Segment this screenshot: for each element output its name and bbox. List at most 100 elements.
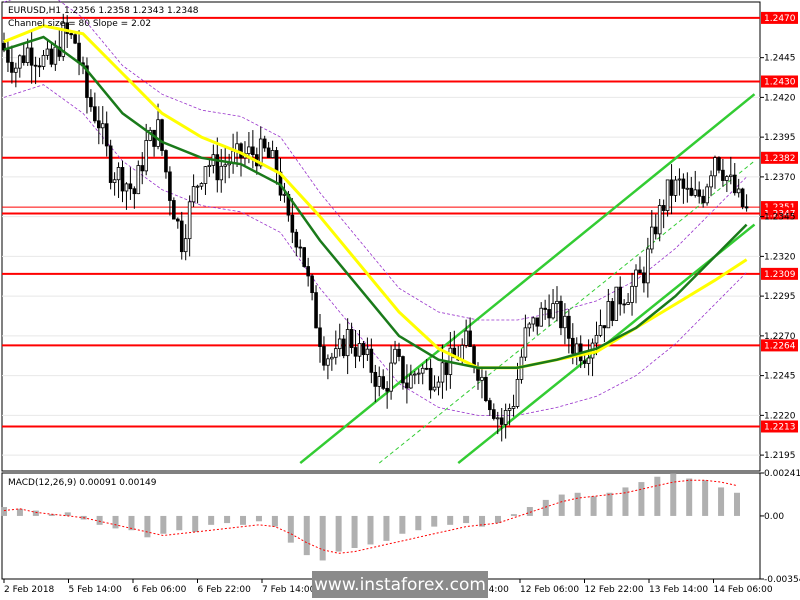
macd-bar [144, 515, 151, 538]
candle-body [33, 64, 38, 67]
candle-body [104, 123, 109, 147]
candle-body [100, 123, 105, 129]
candle-body [6, 49, 10, 63]
candle-body [432, 386, 437, 391]
macd-bar [638, 482, 645, 516]
candle-body [120, 167, 125, 192]
level-label: 1.2264 [764, 341, 796, 351]
candle-body [10, 61, 14, 73]
macd-bar [287, 515, 294, 543]
level-label: 1.2430 [764, 77, 796, 87]
macd-bar [606, 492, 613, 516]
price-tick-label: 1.2345 [764, 213, 796, 223]
time-tick-label: 6 Feb 06:00 [133, 585, 187, 595]
candle-body [677, 178, 682, 181]
candle-body [602, 325, 607, 329]
candle-body [262, 138, 267, 149]
symbol-info: EURUSD,H1 1.2356 1.2358 1.2343 1.2348 [8, 6, 199, 16]
candle-body [428, 367, 433, 391]
price-tick-label: 1.2270 [764, 332, 796, 342]
macd-bar [176, 515, 183, 531]
price-tick-label: 1.2195 [764, 451, 796, 461]
candle-body [330, 356, 334, 360]
macd-bar [718, 487, 725, 516]
candle-body [124, 183, 129, 192]
candle-body [45, 48, 50, 56]
macd-bar [335, 515, 342, 552]
candle-body [365, 348, 370, 356]
macd-bar [255, 515, 262, 522]
candle-body [527, 323, 532, 329]
macd-bar [303, 515, 310, 556]
candle-body [495, 417, 500, 420]
candle-body [203, 166, 208, 184]
candle-body [69, 33, 73, 36]
level-label: 1.2382 [764, 154, 796, 164]
candle-body [128, 183, 133, 190]
macd-bar [367, 515, 374, 545]
channel-info: Channel size = 80 Slope = 2.02 [8, 19, 151, 29]
candle-body [116, 167, 121, 181]
macd-bar [574, 492, 581, 516]
price-tick-label: 1.2445 [764, 54, 796, 64]
candle-body [195, 185, 200, 188]
candle-body [515, 378, 520, 407]
candle-body [634, 269, 638, 287]
candle-body [547, 309, 551, 319]
macd-bar [224, 515, 231, 524]
candle-body [744, 206, 749, 209]
candle-body [160, 119, 164, 151]
candle-body [73, 34, 77, 44]
candle-body [191, 186, 196, 203]
price-tick-label: 1.2245 [764, 372, 796, 382]
candle-body [132, 188, 137, 195]
candle-body [653, 226, 658, 235]
macd-bar [558, 494, 565, 516]
candle-body [401, 356, 405, 384]
candle-body [136, 165, 141, 195]
candle-body [586, 357, 591, 364]
time-tick-label: 12 Feb 22:00 [585, 585, 644, 595]
time-tick-label: 12 Feb 06:00 [520, 585, 579, 595]
candle-body [294, 231, 299, 248]
time-tick-label: 14 Feb 06:00 [714, 585, 773, 595]
candle-body [732, 174, 737, 194]
candle-body [685, 187, 690, 190]
candle-body [594, 334, 599, 344]
candle-body [551, 303, 555, 319]
macd-bar [542, 499, 549, 516]
candle-body [630, 285, 634, 303]
candle-body [642, 272, 646, 284]
candle-body [598, 325, 603, 336]
macd-bar [463, 515, 470, 524]
price-tick-label: 1.2295 [764, 292, 796, 302]
macd-bar [654, 476, 661, 516]
candle-body [14, 67, 18, 73]
macd-bar [240, 515, 247, 525]
candle-body [606, 301, 611, 329]
candle-body [464, 330, 468, 346]
candle-body [172, 200, 176, 220]
candle-body [657, 205, 662, 235]
candle-body [468, 330, 472, 347]
candle-body [93, 106, 97, 122]
macd-bar [399, 515, 406, 534]
candle-body [274, 150, 279, 173]
candle-body [369, 348, 374, 373]
macd-tick-label: 0.00 [764, 512, 784, 522]
candle-body [491, 409, 496, 419]
candle-body [53, 46, 58, 65]
candle-body [610, 301, 615, 321]
candle-body [488, 400, 492, 411]
candle-body [535, 317, 540, 327]
candle-body [377, 376, 382, 387]
candle-body [736, 188, 741, 194]
candle-body [440, 362, 445, 383]
candle-body [381, 376, 385, 389]
time-tick-label: 13 Feb 14:00 [649, 585, 708, 595]
candle-body [183, 238, 188, 253]
candle-body [531, 317, 536, 325]
macd-bar [415, 515, 422, 531]
candle-body [302, 247, 306, 267]
macd-bar [16, 508, 23, 516]
